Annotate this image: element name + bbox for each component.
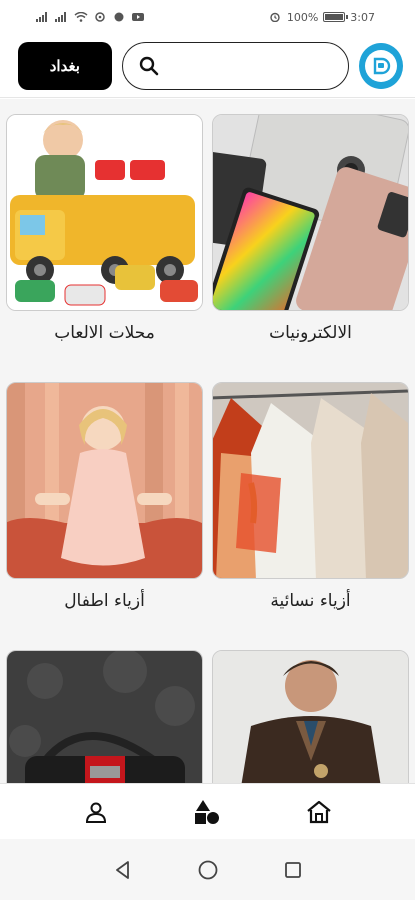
category-image	[212, 382, 409, 579]
store-logo-icon[interactable]	[358, 42, 403, 89]
search-input[interactable]	[166, 57, 348, 74]
category-card-toy-shops[interactable]: محلات الالعاب	[6, 114, 203, 382]
category-label: الالكترونيات	[269, 323, 352, 343]
handbag-photo	[7, 651, 202, 783]
category-image	[212, 650, 409, 783]
category-card-kids-fashion[interactable]: أزياء اطفال	[6, 382, 203, 650]
app-header: بغداد	[0, 34, 415, 98]
category-card-bags[interactable]	[6, 650, 203, 783]
clothes-rack-photo	[213, 383, 408, 578]
category-label: أزياء اطفال	[64, 591, 145, 611]
battery-icon	[323, 12, 349, 22]
system-back-button[interactable]	[103, 850, 143, 890]
clock: 3:07	[350, 10, 375, 24]
system-navigation-bar	[0, 839, 415, 900]
app-icon	[114, 12, 124, 22]
system-recents-button[interactable]	[273, 850, 313, 890]
nav-home[interactable]	[297, 790, 341, 834]
category-card-electronics[interactable]: الالكترونيات	[212, 114, 409, 382]
search-bar[interactable]	[121, 41, 349, 90]
girl-dress-photo	[7, 383, 202, 578]
home-circle-icon	[198, 860, 217, 879]
toy-truck-photo	[7, 115, 202, 310]
signal-icon	[36, 12, 47, 22]
status-bar-left	[36, 12, 145, 22]
city-selector-button[interactable]: بغداد	[18, 41, 112, 90]
category-image	[6, 382, 203, 579]
category-list[interactable]: الالكترونيات محلات الالعاب أزياء نسائية …	[0, 99, 415, 783]
back-triangle-icon	[115, 860, 129, 879]
category-label: أزياء نسائية	[270, 591, 351, 611]
bottom-navigation	[0, 783, 415, 839]
category-label: محلات الالعاب	[54, 323, 155, 343]
category-image	[212, 114, 409, 311]
category-image	[6, 650, 203, 783]
man-jacket-photo	[213, 651, 408, 783]
search-icon	[139, 56, 158, 75]
category-card-mens-fashion[interactable]	[212, 650, 409, 783]
recents-square-icon	[284, 861, 301, 878]
smartphones-photo	[213, 115, 408, 310]
battery-percent: 100%	[286, 10, 319, 24]
system-home-button[interactable]	[188, 850, 228, 890]
nav-categories[interactable]	[185, 790, 229, 834]
nav-profile[interactable]	[74, 790, 118, 834]
home-icon	[307, 800, 331, 823]
youtube-icon	[132, 13, 144, 21]
profile-icon	[85, 802, 106, 823]
status-bar-right: 100% 3:07	[268, 11, 375, 24]
status-bar: 100% 3:07	[0, 0, 415, 34]
categories-icon	[195, 799, 220, 824]
category-card-womens-fashion[interactable]: أزياء نسائية	[212, 382, 409, 650]
alarm-icon	[270, 12, 280, 22]
settings-icon	[95, 12, 105, 22]
category-image	[6, 114, 203, 311]
signal-icon	[55, 12, 66, 22]
wifi-icon	[74, 12, 88, 22]
